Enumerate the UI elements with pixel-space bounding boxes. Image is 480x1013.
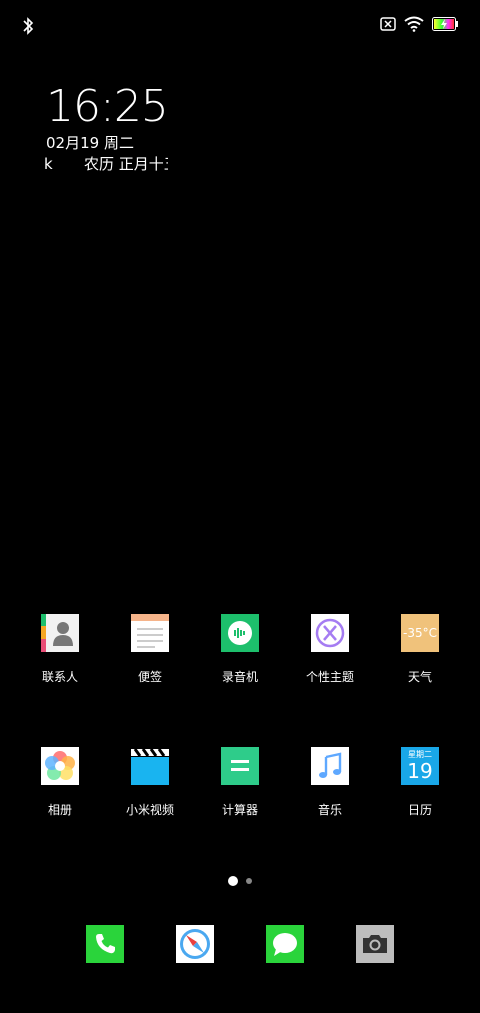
lunar-text: 农历 正月十五 (84, 155, 168, 171)
calendar-label: 日历 (407, 803, 432, 817)
page-dot-active[interactable] (228, 875, 238, 886)
lunar-prefix: k (44, 155, 53, 171)
app-themes[interactable]: 个性主题 (285, 614, 375, 684)
calendar-icon: 星期二 19 (401, 747, 439, 785)
weather-label: 天气 (407, 670, 432, 684)
messages-icon (266, 925, 304, 963)
dock-camera[interactable] (330, 925, 420, 963)
music-label: 音乐 (317, 803, 342, 817)
dock-messages[interactable] (240, 925, 330, 963)
recorder-icon (221, 614, 259, 652)
app-calculator[interactable]: 计算器 (195, 747, 285, 817)
app-mi-video[interactable]: 小米视频 (105, 747, 195, 817)
battery-charging-icon (432, 17, 458, 31)
contacts-icon (41, 614, 79, 652)
no-sim-icon (380, 17, 396, 31)
weather-temp: -35°C (403, 626, 437, 640)
app-recorder[interactable]: 录音机 (195, 614, 285, 684)
themes-icon (311, 614, 349, 652)
clock-date: 02月19 周二 (46, 134, 134, 152)
app-row-1: 联系人 便签 录音机 个性主题 -35°C 天气 (0, 614, 480, 704)
wifi-icon (404, 16, 424, 32)
themes-label: 个性主题 (305, 670, 354, 684)
gallery-label: 相册 (47, 803, 72, 817)
notes-icon (131, 614, 169, 652)
app-contacts[interactable]: 联系人 (15, 614, 105, 684)
app-row-2: 相册 小米视频 计算器 音乐 星期二 19 日历 (0, 747, 480, 837)
page-dot[interactable] (246, 877, 252, 884)
clock-time[interactable]: 16:25 (46, 82, 169, 132)
app-music[interactable]: 音乐 (285, 747, 375, 817)
app-gallery[interactable]: 相册 (15, 747, 105, 817)
music-icon (311, 747, 349, 785)
page-indicator[interactable] (0, 870, 480, 889)
dock-browser[interactable] (150, 925, 240, 963)
app-notes[interactable]: 便签 (105, 614, 195, 684)
app-calendar[interactable]: 星期二 19 日历 (375, 747, 465, 817)
camera-icon (356, 925, 394, 963)
calculator-icon (221, 747, 259, 785)
video-label: 小米视频 (125, 803, 174, 817)
status-bar (0, 14, 480, 38)
lunar-date: k 农历 正月十五 (44, 153, 168, 171)
notes-label: 便签 (137, 670, 162, 684)
bluetooth-icon (23, 17, 34, 35)
calculator-label: 计算器 (221, 803, 258, 817)
video-icon (131, 747, 169, 785)
weather-icon: -35°C (401, 614, 439, 652)
gallery-icon (41, 747, 79, 785)
browser-icon (176, 925, 214, 963)
recorder-label: 录音机 (221, 670, 258, 684)
app-weather[interactable]: -35°C 天气 (375, 614, 465, 684)
dock-phone[interactable] (60, 925, 150, 963)
calendar-day: 19 (407, 759, 433, 783)
contacts-label: 联系人 (41, 670, 78, 684)
dock (0, 925, 480, 965)
phone-icon (86, 925, 124, 963)
